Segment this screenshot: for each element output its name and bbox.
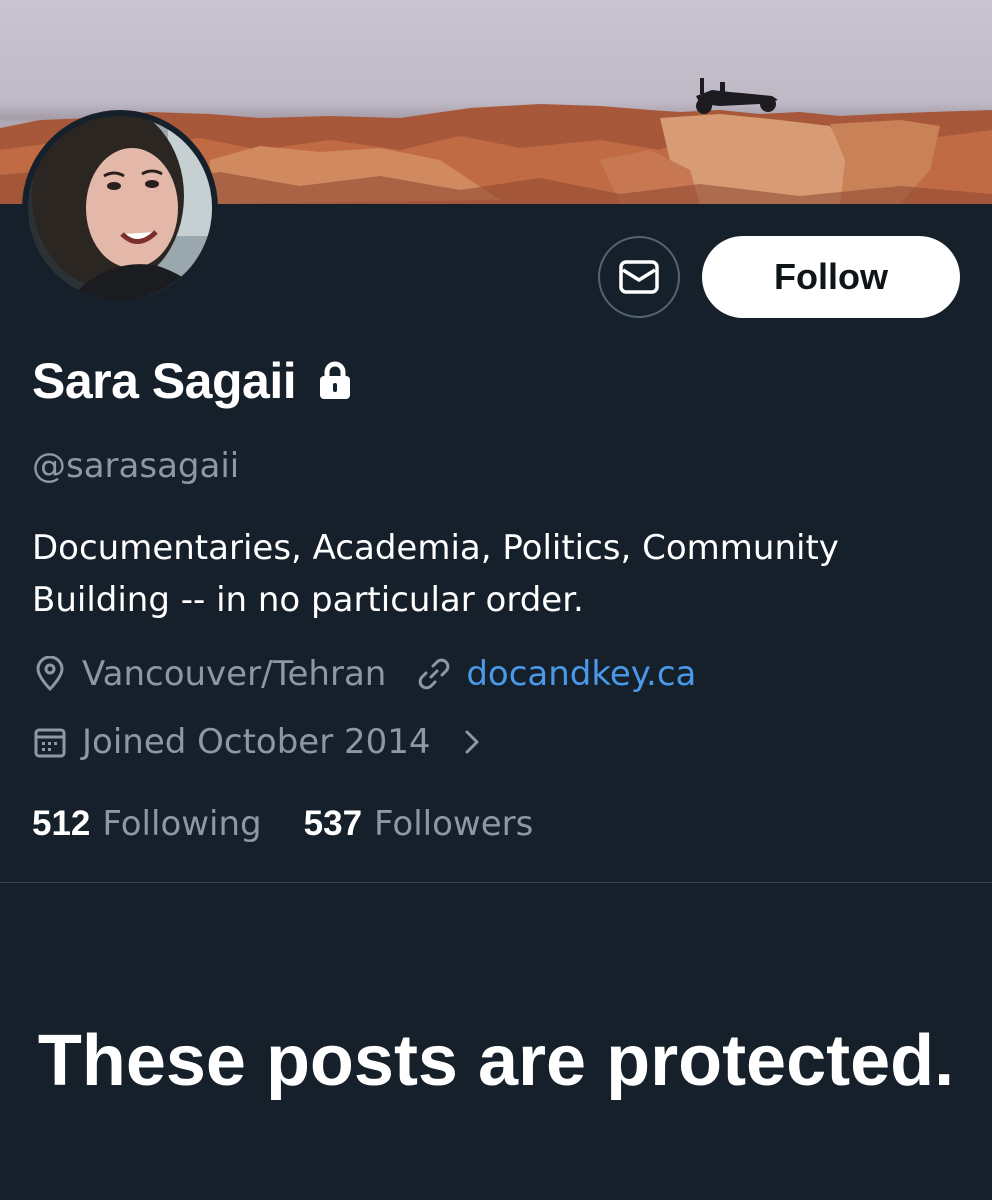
chevron-right-icon [453,724,489,760]
followers-label: Followers [374,804,534,844]
location-pin-icon [32,656,68,692]
avatar-photo [28,116,212,300]
followers-count: 537 [303,804,363,843]
following-count: 512 [32,804,91,843]
link-icon [416,656,452,692]
lock-icon [318,361,352,405]
calendar-icon [32,724,68,760]
follow-button[interactable]: Follow [702,236,960,318]
section-divider [0,882,992,883]
display-name: Sara Sagaii [32,353,297,409]
following-link[interactable]: 512 Following [32,804,262,844]
profile-avatar[interactable] [22,110,218,306]
profile-handle: @sarasagaii [32,446,240,486]
website-link[interactable]: docandkey.ca [466,654,696,694]
follow-stats: 512 Following 537 Followers [32,804,533,844]
followers-link[interactable]: 537 Followers [304,804,534,844]
profile-bio: Documentaries, Academia, Politics, Commu… [32,528,839,620]
following-label: Following [102,804,262,844]
joined-text: Joined October 2014 [82,722,431,762]
message-button[interactable] [598,236,680,318]
joined-row[interactable]: Joined October 2014 [32,722,489,762]
protected-posts-title: These posts are protected. [37,1021,955,1101]
profile-name-row: Sara Sagaii [32,352,352,410]
location-text: Vancouver/Tehran [82,654,387,694]
profile-meta-row: Vancouver/Tehran docandkey.ca [32,654,696,694]
envelope-icon [619,260,659,294]
